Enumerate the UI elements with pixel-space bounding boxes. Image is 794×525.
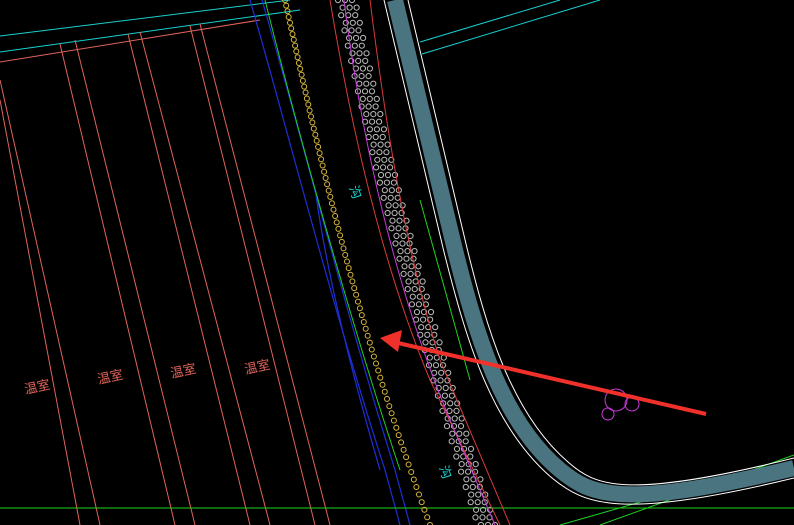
cad-canvas: 温室 温室 温室 温室 沟 沟	[0, 0, 794, 525]
cad-drawing: 温室 温室 温室 温室 沟 沟	[0, 0, 794, 525]
